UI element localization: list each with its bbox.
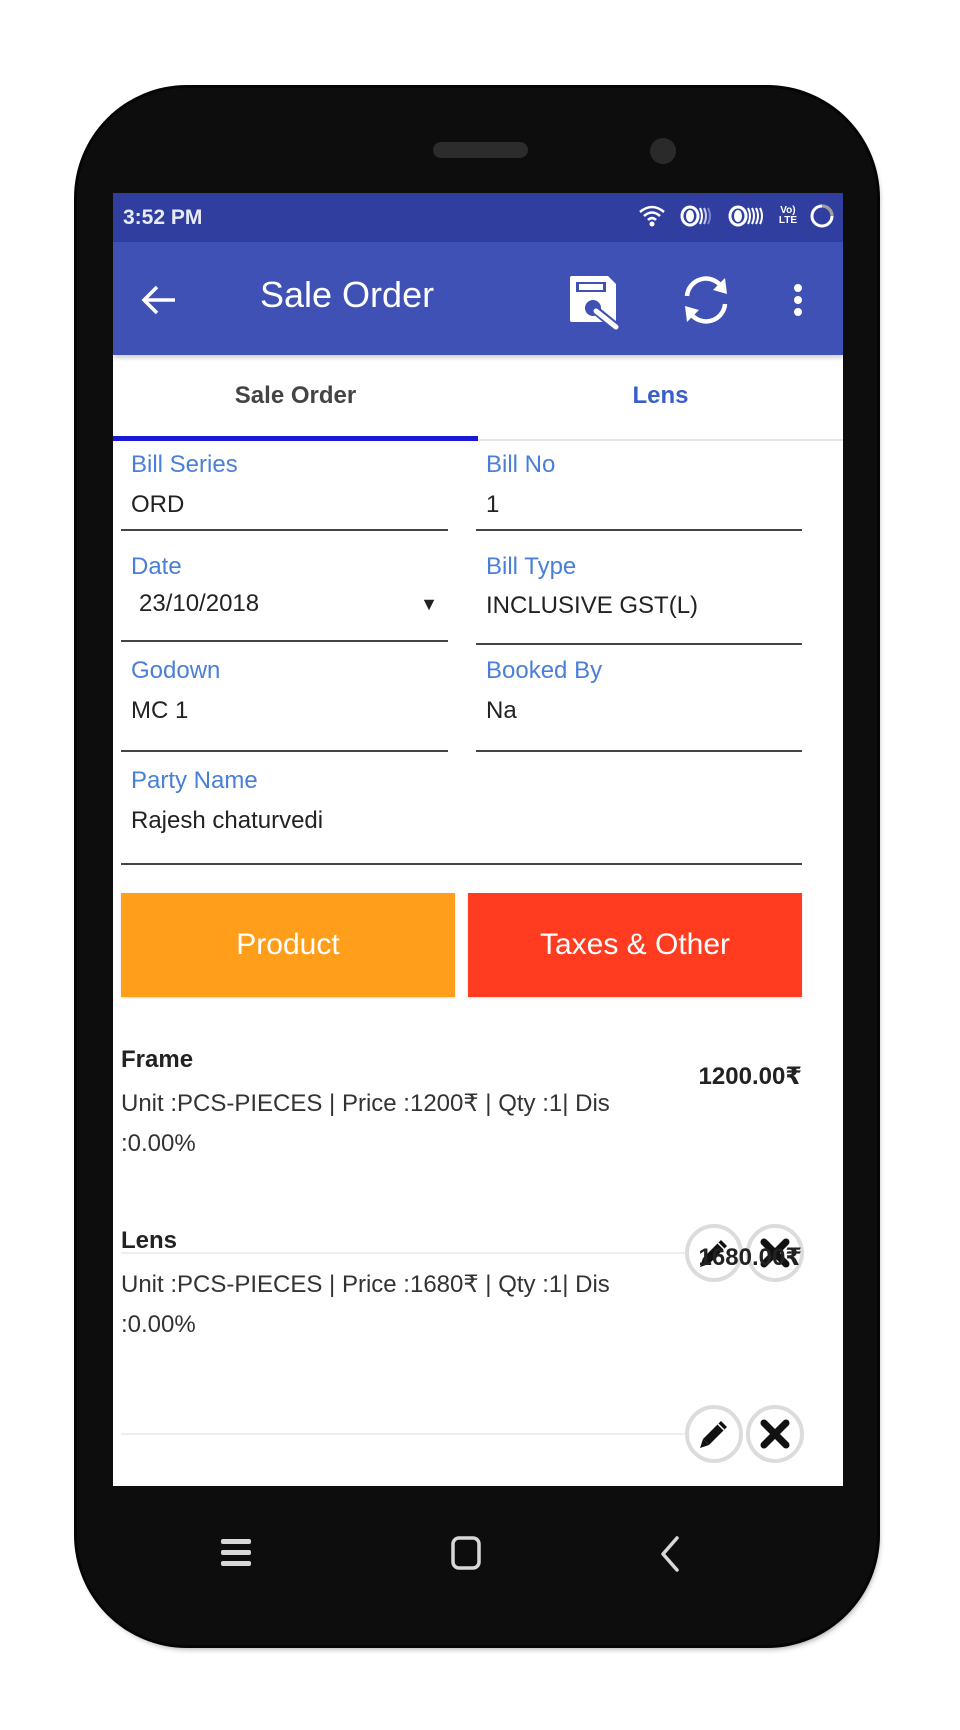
- item-detail: Unit :PCS-PIECES | Price :1200₹ | Qty :1…: [121, 1090, 610, 1157]
- product-button[interactable]: Product: [121, 893, 455, 997]
- recent-apps-button[interactable]: [218, 1536, 254, 1568]
- tab-lens[interactable]: Lens: [478, 355, 843, 441]
- bill-type-label: Bill Type: [486, 553, 577, 580]
- save-button[interactable]: [566, 272, 628, 332]
- item-divider: [121, 1433, 711, 1435]
- party-name-field[interactable]: Party Name Rajesh chaturvedi: [121, 755, 802, 865]
- bill-series-field[interactable]: Bill Series ORD: [121, 441, 448, 531]
- item-amount: 1680.00₹: [698, 1244, 802, 1271]
- product-button-label: Product: [236, 928, 340, 961]
- item-name: Frame: [121, 1046, 194, 1073]
- refresh-icon: [684, 276, 728, 324]
- front-camera: [650, 138, 676, 164]
- godown-value: MC 1: [131, 697, 189, 724]
- booked-by-value: Na: [486, 697, 517, 724]
- dropdown-arrow-icon[interactable]: ▼: [420, 594, 438, 615]
- wifi-icon: [639, 205, 665, 227]
- signal-1-icon: [680, 205, 711, 227]
- app-bar: Sale Order: [113, 242, 843, 355]
- back-nav-button[interactable]: [657, 1534, 685, 1574]
- list-item[interactable]: Frame Unit :PCS-PIECES | Price :1200₹ | …: [121, 1046, 804, 1282]
- item-name: Lens: [121, 1227, 178, 1254]
- booked-by-field[interactable]: Booked By Na: [476, 645, 802, 752]
- menu-icon: [221, 1539, 251, 1566]
- list-item[interactable]: Lens Unit :PCS-PIECES | Price :1680₹ | Q…: [121, 1227, 804, 1463]
- signal-2-icon: [728, 205, 763, 227]
- status-bar: 3:52 PM Vo) LTE: [113, 193, 843, 242]
- date-label: Date: [131, 553, 182, 580]
- taxes-other-button-label: Taxes & Other: [539, 928, 731, 961]
- godown-field[interactable]: Godown MC 1: [121, 645, 448, 752]
- phone-screen: 3:52 PM Vo) LTE Sale Order Sale Order Le…: [113, 193, 843, 1486]
- bill-no-label: Bill No: [486, 451, 556, 478]
- refresh-button[interactable]: [677, 272, 735, 328]
- home-icon: [451, 1536, 481, 1570]
- back-icon: [661, 1536, 679, 1572]
- party-name-label: Party Name: [131, 767, 258, 794]
- booked-by-label: Booked By: [486, 657, 603, 684]
- bill-series-label: Bill Series: [131, 451, 238, 478]
- speaker-grille: [433, 142, 528, 158]
- save-icon: [570, 276, 621, 332]
- godown-label: Godown: [131, 657, 221, 684]
- bill-series-value: ORD: [131, 491, 185, 518]
- delete-item-button[interactable]: [746, 1405, 804, 1463]
- bill-no-value: 1: [486, 491, 500, 518]
- edit-item-button[interactable]: [685, 1405, 743, 1463]
- tab-lens-label: Lens: [632, 382, 689, 409]
- more-options-button[interactable]: [783, 272, 813, 328]
- battery-icon: [810, 204, 834, 228]
- bill-no-field[interactable]: Bill No 1: [476, 441, 802, 531]
- bill-type-value: INCLUSIVE GST(L): [486, 592, 699, 619]
- back-button[interactable]: [139, 278, 183, 322]
- date-value: 23/10/2018: [139, 590, 260, 617]
- tab-sale-order-label: Sale Order: [234, 382, 357, 409]
- item-amount: 1200.00₹: [698, 1063, 802, 1090]
- party-name-value: Rajesh chaturvedi: [131, 807, 324, 834]
- close-icon: [760, 1419, 790, 1449]
- tab-sale-order[interactable]: Sale Order: [113, 355, 478, 441]
- tab-bar: Sale Order Lens: [113, 355, 843, 441]
- bill-type-field[interactable]: Bill Type INCLUSIVE GST(L): [476, 538, 802, 645]
- item-detail: Unit :PCS-PIECES | Price :1680₹ | Qty :1…: [121, 1271, 610, 1338]
- taxes-other-button[interactable]: Taxes & Other: [468, 893, 802, 997]
- volte-bottom-text: LTE: [778, 215, 797, 226]
- pencil-icon: [700, 1421, 727, 1448]
- more-vert-icon: [794, 284, 802, 316]
- home-button[interactable]: [449, 1534, 485, 1572]
- arrow-left-icon: [141, 285, 175, 315]
- date-field[interactable]: Date 23/10/2018 ▼: [121, 538, 448, 642]
- status-time: 3:52 PM: [123, 206, 203, 229]
- app-title: Sale Order: [260, 274, 435, 315]
- volte-icon: Vo) LTE: [779, 206, 797, 226]
